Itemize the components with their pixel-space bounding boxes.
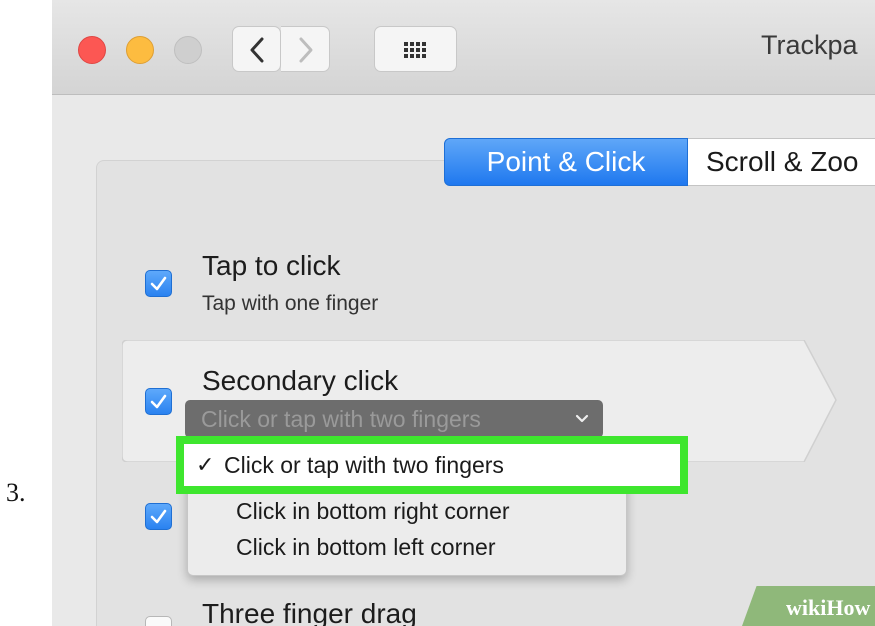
title-bar: Trackpa	[52, 0, 875, 95]
window-title: Trackpa	[761, 30, 858, 60]
checkmark-icon	[150, 276, 167, 291]
menu-item-two-fingers[interactable]: ✓ Click or tap with two fingers	[184, 447, 680, 483]
tap-to-click-label: Tap to click	[202, 250, 341, 281]
step-number: 3.	[6, 478, 26, 507]
checkmark-icon: ✓	[196, 452, 215, 477]
checkmark-icon	[150, 394, 167, 409]
grid-icon	[404, 42, 426, 58]
highlighted-menu-item[interactable]: ✓ Click or tap with two fingers	[176, 436, 688, 494]
forward-chevron-icon	[299, 37, 313, 63]
trackpad-preferences-window: Trackpa Point & Click Scroll & Zoo Tap t…	[52, 0, 875, 626]
back-chevron-icon	[250, 37, 264, 63]
close-button[interactable]	[78, 36, 106, 64]
zoom-button[interactable]	[174, 36, 202, 64]
wikihow-watermark: wikiHow	[786, 595, 871, 620]
secondary-click-popup[interactable]: Click or tap with two fingers	[185, 400, 603, 438]
forward-button[interactable]	[281, 26, 330, 72]
popup-value: Click or tap with two fingers	[201, 406, 481, 432]
tap-to-click-description: Tap with one finger	[202, 292, 379, 315]
tab-scroll-and-zoom[interactable]: Scroll & Zoo	[688, 138, 875, 186]
menu-item-bottom-right[interactable]: Click in bottom right corner	[188, 493, 626, 529]
tap-to-click-checkbox[interactable]	[145, 270, 172, 297]
minimize-button[interactable]	[126, 36, 154, 64]
three-finger-drag-label: Three finger drag	[202, 598, 417, 626]
menu-item-bottom-left[interactable]: Click in bottom left corner	[188, 529, 626, 565]
third-option-checkbox[interactable]	[145, 503, 172, 530]
back-button[interactable]	[232, 26, 281, 72]
show-all-button[interactable]	[374, 26, 457, 72]
secondary-click-checkbox[interactable]	[145, 388, 172, 415]
three-finger-drag-checkbox[interactable]	[145, 616, 172, 626]
tab-point-and-click[interactable]: Point & Click	[444, 138, 688, 186]
checkmark-icon	[150, 509, 167, 524]
secondary-click-label: Secondary click	[202, 365, 399, 396]
